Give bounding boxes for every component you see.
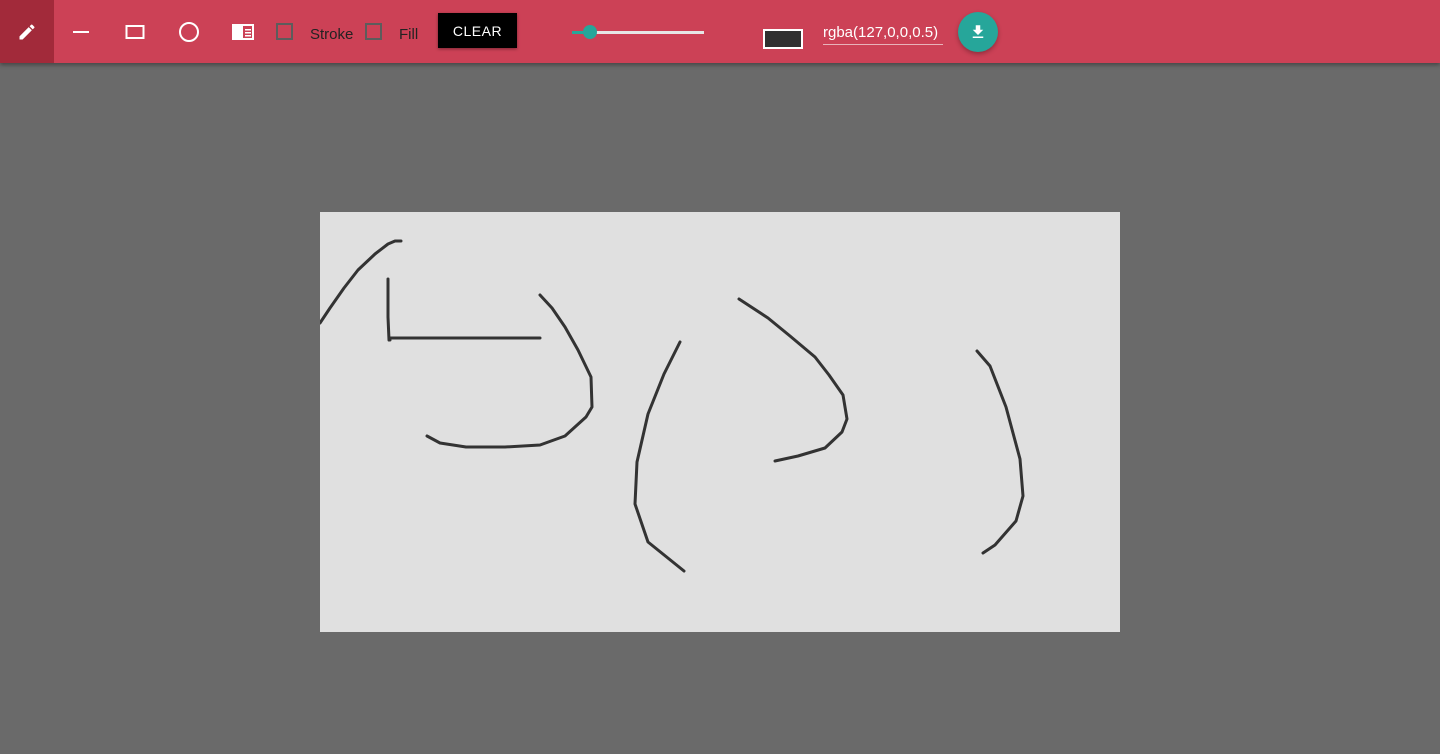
pencil-icon: [19, 23, 35, 39]
color-swatch[interactable]: [763, 29, 803, 49]
download-button[interactable]: [958, 12, 998, 52]
drawn-stroke: [737, 297, 849, 463]
drawing-strokes: [320, 239, 1025, 573]
fill-checkbox[interactable]: [365, 23, 382, 40]
line-tool-button[interactable]: [54, 0, 108, 63]
circle-tool-button[interactable]: [162, 0, 216, 63]
circle-icon: [179, 21, 199, 42]
toolbar: Stroke Fill CLEAR: [0, 0, 1440, 63]
drawn-stroke: [386, 277, 392, 342]
line-icon: [73, 30, 89, 33]
stroke-checkbox[interactable]: [276, 23, 293, 40]
image-icon: [232, 23, 254, 40]
clear-button[interactable]: CLEAR: [438, 13, 517, 48]
drawing-canvas[interactable]: [320, 212, 1120, 632]
drawn-stroke: [975, 349, 1025, 555]
color-input[interactable]: [823, 20, 943, 45]
drawn-stroke: [425, 293, 594, 449]
download-icon: [972, 25, 984, 38]
brush-size-slider[interactable]: [572, 25, 704, 39]
drawn-stroke: [633, 340, 686, 573]
fill-label: Fill: [399, 26, 419, 43]
rectangle-tool-button[interactable]: [108, 0, 162, 63]
image-tool-button[interactable]: [216, 0, 270, 63]
pencil-tool-button[interactable]: [0, 0, 54, 63]
slider-thumb[interactable]: [583, 25, 598, 39]
rectangle-icon: [125, 24, 145, 39]
stroke-label: Stroke: [310, 26, 354, 43]
